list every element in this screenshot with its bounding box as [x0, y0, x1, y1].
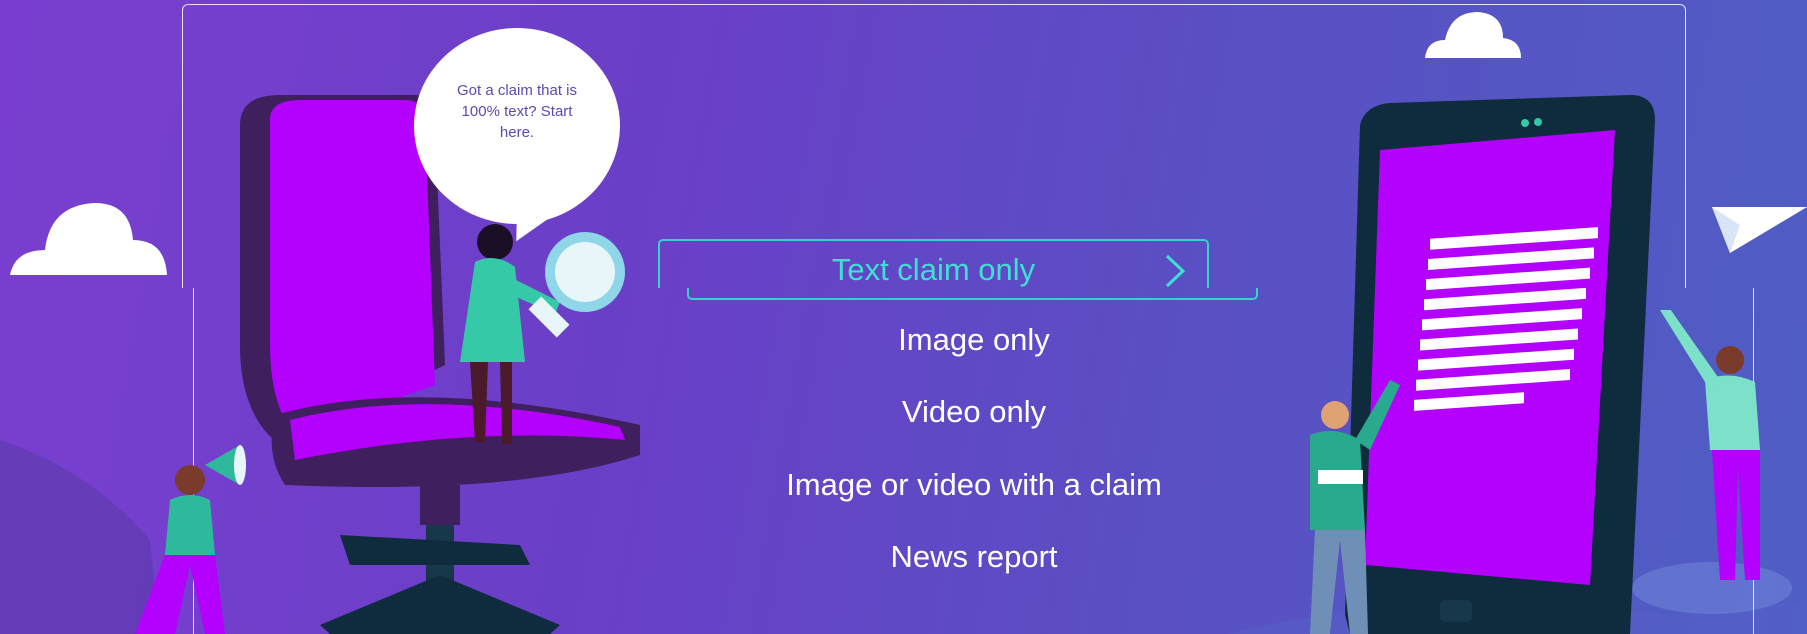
chevron-right-icon	[1165, 254, 1186, 288]
speech-bubble: Got a claim that is 100% text? Start her…	[414, 28, 620, 224]
text-claim-button-clip: Text claim only	[658, 239, 1209, 288]
text-claim-only-label: Text claim only	[831, 252, 1036, 287]
text-claim-only-button[interactable]: Text claim only	[658, 239, 1209, 288]
speech-bubble-text: Got a claim that is 100% text? Start her…	[456, 81, 578, 141]
option-image-or-video-with-claim[interactable]: Image or video with a claim	[700, 467, 1248, 503]
option-news-report[interactable]: News report	[700, 539, 1248, 575]
option-video-only[interactable]: Video only	[700, 394, 1248, 430]
man-pointing-illustration	[1310, 380, 1400, 634]
man-standing-illustration	[1660, 310, 1760, 580]
woman-with-megaphone-illustration	[135, 445, 246, 634]
cloud-left-icon	[10, 203, 167, 275]
woman-with-magnifier-illustration	[460, 224, 625, 444]
option-image-only[interactable]: Image only	[700, 322, 1248, 358]
text-claim-button-underline	[687, 288, 1258, 300]
paper-plane-icon	[1712, 207, 1807, 253]
